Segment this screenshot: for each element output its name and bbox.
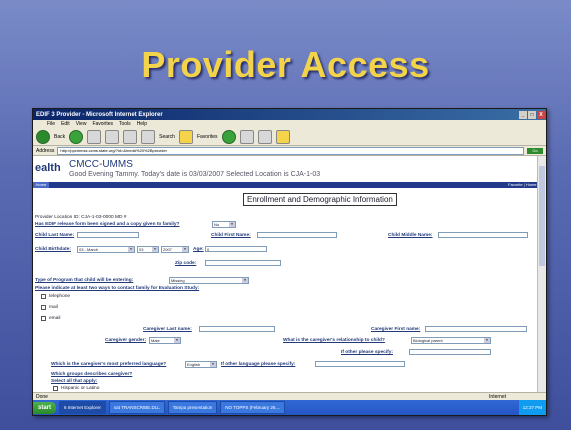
language-select[interactable]: English: [185, 361, 217, 368]
birth-year-select[interactable]: 2007: [161, 246, 189, 253]
app-name: CMCC-UMMS: [69, 159, 133, 170]
other-specify-input[interactable]: [409, 349, 491, 355]
child-middle-input[interactable]: [438, 232, 528, 238]
menu-view[interactable]: View: [76, 121, 87, 127]
menu-edit[interactable]: Edit: [61, 121, 70, 127]
window-title: EDIF 3 Provider - Microsoft Internet Exp…: [36, 111, 163, 118]
email-label: email: [49, 316, 61, 321]
page-header: ealth CMCC-UMMS Good Evening Tammy. Toda…: [33, 156, 546, 182]
caregiver-last-label: Caregiver Last name:: [143, 327, 192, 332]
program-question: Type of Program that child will be enter…: [35, 278, 134, 283]
other-language-input[interactable]: [315, 361, 405, 367]
system-tray-clock: 12:37 PM: [518, 400, 546, 415]
email-checkbox[interactable]: [41, 316, 46, 321]
birth-day-select[interactable]: 03: [137, 246, 159, 253]
history-icon[interactable]: [221, 129, 236, 144]
minimize-button[interactable]: _: [519, 110, 527, 119]
taskbar-item[interactable]: Tampa presentation: [167, 401, 218, 414]
child-last-label: Child Last Name:: [35, 233, 75, 238]
star-icon[interactable]: [178, 129, 193, 144]
hispanic-label: Hispanic or Latino: [61, 386, 100, 391]
other-language-label: If other language please specify:: [221, 362, 296, 367]
print-icon[interactable]: [257, 129, 272, 144]
child-last-input[interactable]: [77, 232, 139, 238]
menu-help[interactable]: Help: [137, 121, 147, 127]
back-label[interactable]: Back: [54, 134, 65, 140]
menu-favorites[interactable]: Favorites: [92, 121, 113, 127]
slide-title: Provider Access: [141, 44, 430, 85]
enrollment-form: Enrollment and Demographic Information P…: [33, 188, 546, 394]
status-bar: Done Internet: [33, 392, 546, 400]
maximize-button[interactable]: □: [528, 110, 536, 119]
child-first-input[interactable]: [257, 232, 337, 238]
go-button[interactable]: Go: [527, 147, 543, 154]
select-all-label: Select all that apply:: [51, 379, 98, 384]
program-select[interactable]: Missing: [169, 277, 249, 284]
taskbar-item[interactable]: NO TOPPS (February 26,...: [220, 401, 286, 414]
mail-checkbox[interactable]: [41, 305, 46, 310]
language-question: Which is the caregiver's most preferred …: [51, 362, 167, 367]
address-label: Address: [36, 147, 55, 154]
search-icon[interactable]: [141, 129, 156, 144]
greeting-text: Good Evening Tammy. Today's date is 03/0…: [69, 171, 321, 178]
relationship-select[interactable]: Biological parent: [411, 337, 491, 344]
child-middle-label: Child Middle Name:: [388, 233, 433, 238]
folder-icon[interactable]: [275, 129, 290, 144]
caregiver-first-input[interactable]: [425, 326, 527, 332]
relationship-question: What is the caregiver's relationship to …: [283, 338, 385, 343]
hispanic-checkbox[interactable]: [53, 386, 58, 391]
taskbar: start 6 Internet Explorer sat TRANSCRIBE…: [33, 400, 546, 415]
menu-bar: File Edit View Favorites Tools Help: [33, 120, 546, 128]
stop-icon[interactable]: [87, 129, 102, 144]
refresh-icon[interactable]: [105, 129, 120, 144]
zip-input[interactable]: [205, 260, 281, 266]
telephone-checkbox[interactable]: [41, 294, 46, 299]
mail-label: mail: [49, 305, 58, 310]
zip-label: Zip code:: [175, 261, 197, 266]
favorites-label[interactable]: Favorites: [197, 134, 218, 140]
mail-icon[interactable]: [239, 129, 254, 144]
release-select[interactable]: No: [212, 221, 236, 228]
provider-location-label: Provider Location ID: CJA-1-03-0000 MD #: [35, 215, 127, 220]
caregiver-gender-label: Caregiver gender:: [105, 338, 147, 343]
age-input[interactable]: 0: [205, 246, 267, 252]
web-page: ealth CMCC-UMMS Good Evening Tammy. Toda…: [33, 156, 546, 394]
window-titlebar: EDIF 3 Provider - Microsoft Internet Exp…: [33, 109, 546, 120]
groups-question: Which groups describes caregiver?: [51, 372, 133, 377]
back-icon[interactable]: [36, 129, 50, 144]
close-button[interactable]: X: [537, 110, 545, 119]
taskbar-item[interactable]: 6 Internet Explorer: [59, 401, 107, 414]
menu-tools[interactable]: Tools: [119, 121, 131, 127]
slide: Provider Access EDIF 3 Provider - Micros…: [0, 0, 571, 430]
address-bar: Address http://ppcmmss.ccms.state.org/?i…: [33, 146, 546, 156]
taskbar-item[interactable]: sat TRANSCRIBE.DLL: [109, 401, 165, 414]
contact-question: Please indicate at least two ways to con…: [35, 286, 200, 291]
browser-screenshot: EDIF 3 Provider - Microsoft Internet Exp…: [32, 108, 547, 416]
search-label[interactable]: Search: [159, 134, 175, 140]
other-specify-label: If other please specify:: [341, 350, 393, 355]
form-heading: Enrollment and Demographic Information: [243, 193, 397, 206]
caregiver-last-input[interactable]: [199, 326, 275, 332]
scrollbar-thumb[interactable]: [539, 166, 545, 266]
caregiver-first-label: Caregiver First name:: [371, 327, 421, 332]
home-icon[interactable]: [123, 129, 138, 144]
telephone-label: telephone: [49, 294, 71, 299]
age-label: Age:: [193, 247, 204, 252]
forward-icon[interactable]: [69, 129, 84, 144]
brand-text: ealth: [35, 162, 61, 174]
address-input[interactable]: http://ppcmmss.ccms.state.org/?id=&med#%…: [57, 146, 524, 155]
menu-file[interactable]: File: [47, 121, 55, 127]
release-question: Has EDIF release form been signed and a …: [35, 222, 180, 227]
start-button[interactable]: start: [33, 401, 57, 414]
birth-month-select[interactable]: 03 - March: [77, 246, 135, 253]
caregiver-gender-select[interactable]: Male: [149, 337, 181, 344]
page-scrollbar[interactable]: [537, 156, 546, 394]
birthdate-label: Child Birthdate:: [35, 247, 71, 252]
browser-toolbar: Back Search Favorites: [33, 128, 546, 146]
child-first-label: Child First Name:: [211, 233, 251, 238]
